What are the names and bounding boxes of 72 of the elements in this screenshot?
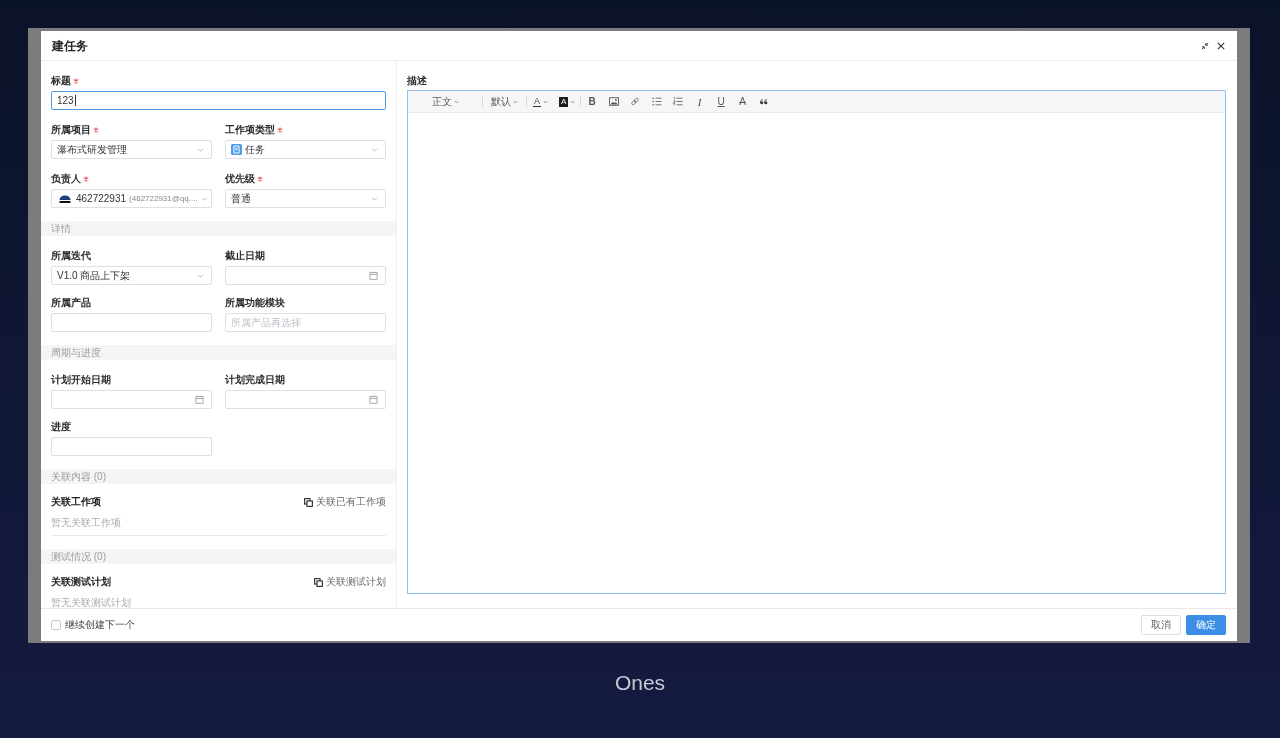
- strikethrough-button[interactable]: A: [731, 93, 754, 110]
- date-field[interactable]: [51, 390, 212, 409]
- numbered-list-icon: [673, 97, 684, 106]
- text-field[interactable]: [51, 313, 212, 332]
- relation-heading: 关联测试计划: [51, 576, 111, 588]
- select-field[interactable]: 462722931 (462722931@qq....: [51, 189, 212, 208]
- calendar-icon: [195, 395, 204, 404]
- quote-icon: [760, 98, 769, 105]
- field-label: 进度: [51, 421, 71, 433]
- field-label: 计划开始日期: [51, 374, 111, 386]
- field-label: 所属项目: [51, 124, 91, 136]
- calendar-icon: [369, 271, 378, 280]
- caret-icon: [453, 99, 459, 104]
- empty-hint: 暂无关联工作项: [51, 517, 121, 529]
- link-icon: [630, 97, 641, 106]
- field-label: 计划完成日期: [225, 374, 285, 386]
- text-cursor-icon: [74, 95, 76, 106]
- image-icon: [608, 97, 619, 106]
- minimize-icon[interactable]: [1201, 41, 1209, 50]
- section-header: 测试情况 (0): [41, 549, 396, 564]
- close-icon[interactable]: [1217, 41, 1225, 50]
- format-dropdown[interactable]: 默认: [483, 93, 526, 110]
- field-label: 所属功能模块: [225, 297, 285, 309]
- bullet-list-icon: [651, 97, 662, 106]
- select-field[interactable]: 瀑布式研发管理: [51, 140, 212, 159]
- relation-heading: 关联工作项: [51, 496, 101, 508]
- dialog-title: 建任务: [52, 38, 88, 53]
- field-label: 所属迭代: [51, 250, 91, 262]
- caret-icon: [543, 99, 548, 104]
- field-label: 工作项类型: [225, 124, 275, 136]
- relation-link[interactable]: 关联测试计划: [314, 576, 386, 588]
- caption-text: Ones: [614, 670, 666, 696]
- chevron-down-icon: [371, 147, 378, 152]
- field-label: 优先级: [225, 173, 255, 185]
- field-label: 截止日期: [225, 250, 265, 262]
- section-header: 详情: [41, 221, 396, 236]
- chevron-down-icon: [197, 147, 204, 152]
- field-label: 负责人: [51, 173, 81, 185]
- chevron-down-icon: [371, 196, 378, 201]
- bold-button[interactable]: B: [581, 93, 603, 110]
- document-icon: [231, 144, 242, 155]
- relation-link[interactable]: 关联已有工作项: [304, 496, 386, 508]
- section-header: 周期与进度: [41, 345, 396, 360]
- chevron-down-icon: [197, 273, 204, 278]
- calendar-icon: [369, 395, 378, 404]
- checkbox-label[interactable]: 继续创建下一个: [65, 619, 135, 631]
- avatar-icon: [59, 194, 71, 203]
- format-dropdown[interactable]: 正文: [408, 93, 482, 110]
- text-field[interactable]: [51, 437, 212, 456]
- section-header: 关联内容 (0): [41, 469, 396, 484]
- select-field[interactable]: V1.0 商品上下架: [51, 266, 212, 285]
- select-field[interactable]: 任务: [225, 140, 386, 159]
- caret-icon: [570, 99, 576, 104]
- chevron-down-icon: [200, 196, 208, 201]
- overlap-squares-icon: [304, 497, 313, 507]
- field-label: 所属产品: [51, 297, 91, 309]
- italic-button[interactable]: I: [688, 93, 711, 110]
- empty-hint: 暂无关联测试计划: [51, 597, 131, 608]
- field-label: 标题: [51, 75, 71, 87]
- checkbox[interactable]: [51, 620, 61, 630]
- highlight-button[interactable]: A: [554, 93, 581, 110]
- rich-text-editor[interactable]: 正文 默认 A A B I U A: [407, 90, 1226, 594]
- font-color-button[interactable]: A: [527, 93, 554, 110]
- overlap-squares-icon: [314, 577, 323, 587]
- text-field[interactable]: 123: [51, 91, 386, 110]
- caret-icon: [513, 99, 518, 104]
- field-label: 描述: [407, 75, 427, 87]
- underline-button[interactable]: U: [710, 93, 732, 110]
- select-field[interactable]: 普通: [225, 189, 386, 208]
- date-field[interactable]: [225, 266, 386, 285]
- cancel-button[interactable]: 取消: [1141, 615, 1181, 635]
- date-field[interactable]: [225, 390, 386, 409]
